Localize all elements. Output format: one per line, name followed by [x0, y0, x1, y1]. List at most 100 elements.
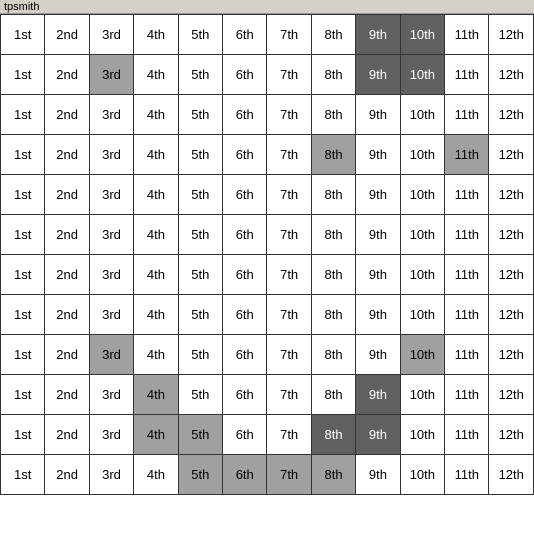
table-cell: 10th [400, 295, 444, 335]
table-cell: 9th [356, 375, 400, 415]
table-cell: 6th [223, 415, 267, 455]
table-cell: 8th [311, 55, 355, 95]
table-cell: 2nd [45, 415, 89, 455]
table-cell: 10th [400, 175, 444, 215]
table-cell: 9th [356, 215, 400, 255]
table-cell: 6th [223, 135, 267, 175]
table-cell: 3rd [89, 295, 133, 335]
table-cell: 2nd [45, 255, 89, 295]
table-cell: 12th [489, 295, 534, 335]
table-cell: 6th [223, 295, 267, 335]
table-cell: 4th [134, 455, 178, 495]
table-cell: 1st [1, 175, 45, 215]
table-cell: 3rd [89, 215, 133, 255]
table-cell: 8th [311, 415, 355, 455]
table-cell: 8th [311, 455, 355, 495]
table-cell: 7th [267, 415, 311, 455]
table-cell: 10th [400, 55, 444, 95]
table-cell: 5th [178, 375, 222, 415]
table-cell: 4th [134, 175, 178, 215]
table-cell: 7th [267, 15, 311, 55]
table-cell: 1st [1, 375, 45, 415]
table-cell: 10th [400, 255, 444, 295]
table-cell: 8th [311, 175, 355, 215]
table-cell: 8th [311, 95, 355, 135]
table-cell: 7th [267, 335, 311, 375]
table-cell: 9th [356, 15, 400, 55]
grid-container: 1st2nd3rd4th5th6th7th8th9th10th11th12th1… [0, 14, 534, 495]
table-cell: 12th [489, 455, 534, 495]
table-cell: 5th [178, 135, 222, 175]
table-cell: 6th [223, 15, 267, 55]
table-cell: 1st [1, 55, 45, 95]
table-cell: 10th [400, 215, 444, 255]
table-cell: 12th [489, 255, 534, 295]
table-cell: 4th [134, 255, 178, 295]
table-cell: 5th [178, 95, 222, 135]
table-cell: 5th [178, 175, 222, 215]
table-cell: 11th [445, 215, 489, 255]
table-cell: 5th [178, 215, 222, 255]
table-cell: 3rd [89, 375, 133, 415]
table-cell: 2nd [45, 375, 89, 415]
table-cell: 1st [1, 15, 45, 55]
table-cell: 7th [267, 375, 311, 415]
table-cell: 10th [400, 375, 444, 415]
table-cell: 4th [134, 95, 178, 135]
table-cell: 2nd [45, 15, 89, 55]
table-cell: 11th [445, 295, 489, 335]
table-cell: 12th [489, 335, 534, 375]
table-cell: 10th [400, 415, 444, 455]
table-cell: 4th [134, 415, 178, 455]
table-cell: 8th [311, 15, 355, 55]
table-cell: 12th [489, 415, 534, 455]
table-cell: 11th [445, 375, 489, 415]
table-cell: 1st [1, 455, 45, 495]
table-cell: 4th [134, 135, 178, 175]
table-cell: 6th [223, 255, 267, 295]
table-cell: 3rd [89, 255, 133, 295]
table-cell: 4th [134, 15, 178, 55]
table-cell: 7th [267, 255, 311, 295]
table-cell: 5th [178, 55, 222, 95]
table-cell: 7th [267, 135, 311, 175]
table-cell: 7th [267, 455, 311, 495]
table-cell: 1st [1, 255, 45, 295]
table-cell: 4th [134, 335, 178, 375]
table-cell: 5th [178, 415, 222, 455]
table-cell: 7th [267, 95, 311, 135]
table-cell: 11th [445, 95, 489, 135]
table-cell: 7th [267, 215, 311, 255]
schedule-table: 1st2nd3rd4th5th6th7th8th9th10th11th12th1… [0, 14, 534, 495]
table-cell: 5th [178, 335, 222, 375]
table-cell: 9th [356, 295, 400, 335]
table-cell: 11th [445, 55, 489, 95]
table-cell: 1st [1, 295, 45, 335]
table-cell: 12th [489, 15, 534, 55]
table-cell: 6th [223, 455, 267, 495]
table-cell: 1st [1, 215, 45, 255]
table-cell: 11th [445, 455, 489, 495]
table-cell: 5th [178, 295, 222, 335]
table-cell: 10th [400, 335, 444, 375]
table-cell: 10th [400, 95, 444, 135]
table-cell: 4th [134, 215, 178, 255]
app-title: tpsmith [4, 1, 39, 13]
table-cell: 9th [356, 95, 400, 135]
table-cell: 7th [267, 175, 311, 215]
table-cell: 3rd [89, 135, 133, 175]
table-cell: 9th [356, 255, 400, 295]
table-cell: 8th [311, 135, 355, 175]
table-cell: 11th [445, 335, 489, 375]
table-cell: 3rd [89, 175, 133, 215]
table-cell: 3rd [89, 15, 133, 55]
table-cell: 2nd [45, 135, 89, 175]
table-cell: 2nd [45, 335, 89, 375]
table-cell: 3rd [89, 415, 133, 455]
table-cell: 1st [1, 135, 45, 175]
table-cell: 3rd [89, 55, 133, 95]
table-cell: 12th [489, 95, 534, 135]
table-cell: 2nd [45, 55, 89, 95]
table-cell: 12th [489, 175, 534, 215]
table-cell: 12th [489, 135, 534, 175]
